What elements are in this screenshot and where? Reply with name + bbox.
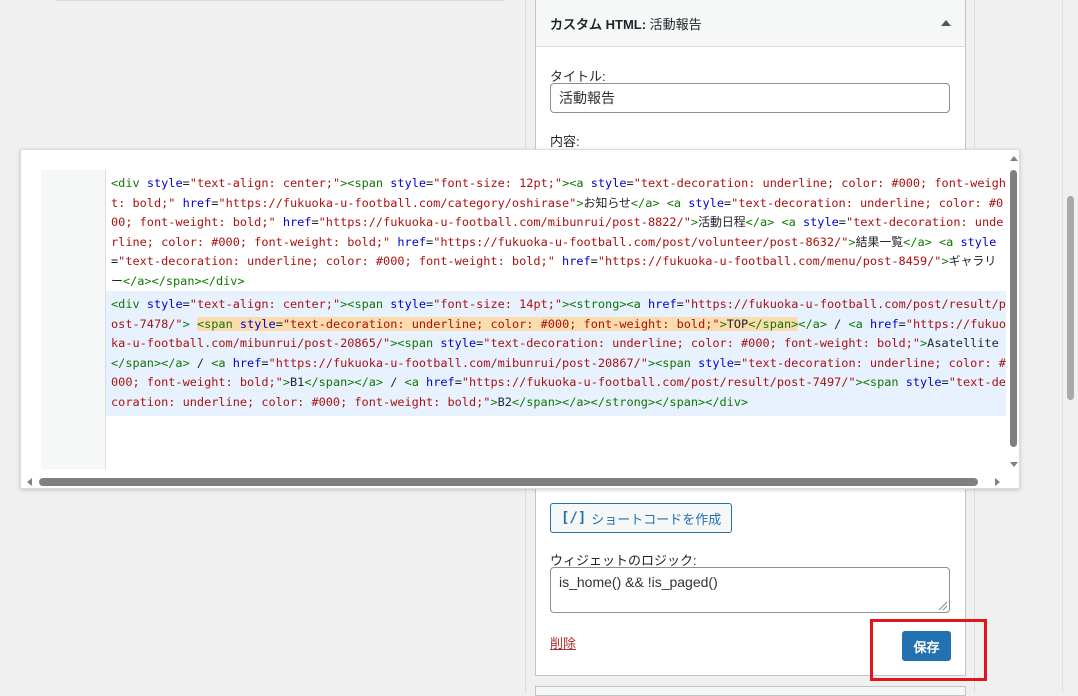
editor-horizontal-scrollbar[interactable] — [21, 475, 1007, 489]
scroll-left-icon[interactable] — [27, 478, 32, 486]
editor-vertical-scrollbar[interactable] — [1007, 150, 1021, 472]
delete-link[interactable]: 削除 — [550, 633, 576, 652]
widget-title: カスタム HTML: 活動報告 — [550, 16, 702, 32]
line-number-gutter — [41, 170, 106, 469]
editor-horizontal-thumb[interactable] — [39, 478, 978, 486]
title-input[interactable] — [550, 83, 950, 113]
scroll-down-icon[interactable] — [1010, 462, 1018, 467]
scroll-right-icon[interactable] — [995, 478, 1000, 486]
create-shortcode-label: ショートコードを作成 — [591, 511, 722, 527]
page-scrollbar-thumb[interactable] — [1067, 196, 1074, 400]
collapse-arrow-icon[interactable] — [941, 20, 951, 26]
create-shortcode-button[interactable]: [/] ショートコードを作成 — [550, 503, 733, 533]
content-field-label: 内容: — [550, 134, 580, 149]
widget-logic-textarea[interactable]: is_home() && !is_paged() — [550, 567, 950, 613]
shortcode-icon: [/] — [561, 510, 587, 526]
scroll-up-icon[interactable] — [1010, 156, 1018, 161]
code-line-2[interactable]: 2<div style="text-align: center;"><span … — [106, 291, 1006, 416]
code-line-1[interactable]: 1<div style="text-align: center;"><span … — [106, 170, 1006, 291]
widget-header[interactable]: カスタム HTML: 活動報告 — [536, 0, 965, 47]
code-editor-popup[interactable]: 1<div style="text-align: center;"><span … — [20, 149, 1020, 489]
resize-handle-icon[interactable] — [939, 602, 947, 610]
editor-vertical-thumb[interactable] — [1010, 170, 1017, 447]
widget-logic-value: is_home() && !is_paged() — [559, 574, 718, 590]
save-highlight-annotation — [870, 619, 987, 681]
next-widget-header[interactable] — [535, 686, 966, 696]
code-editor-content[interactable]: 1<div style="text-align: center;"><span … — [106, 170, 1006, 469]
list-top-divider — [56, 0, 504, 1]
